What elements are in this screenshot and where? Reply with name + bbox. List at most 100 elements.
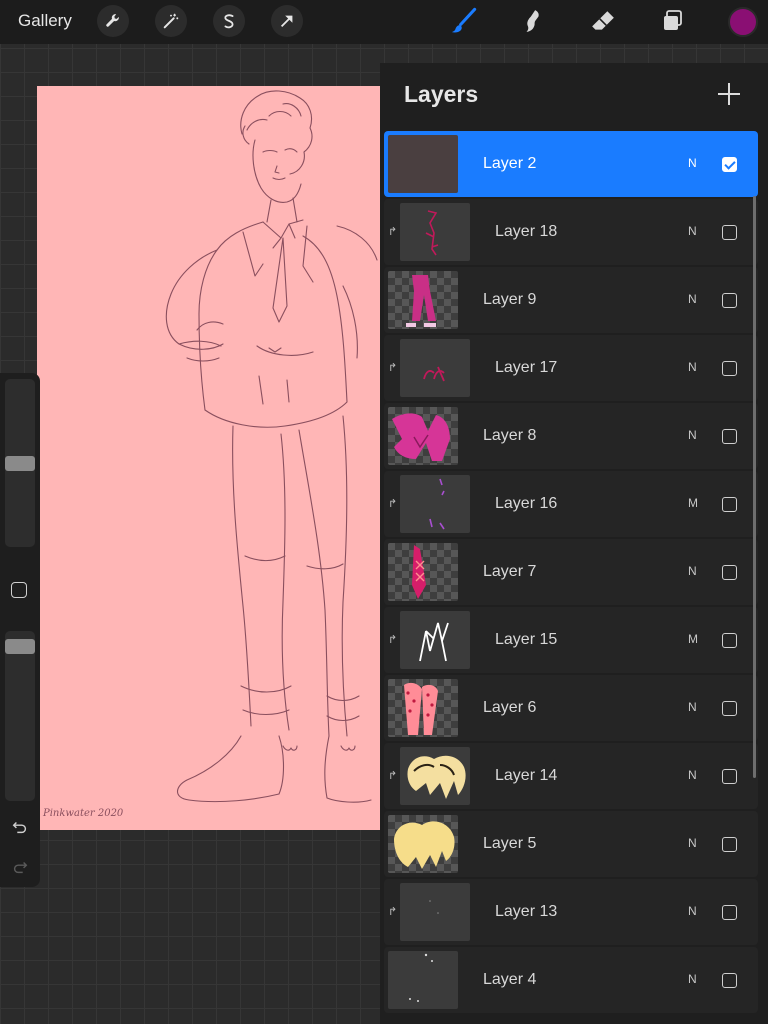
layer-thumbnail[interactable] [388,951,458,1009]
brush-size-knob[interactable] [5,456,35,471]
layer-thumbnail[interactable] [388,679,458,737]
layer-row[interactable]: ↱ Layer 14 N [384,743,758,809]
layer-thumbnail-art [409,953,433,1002]
figure-sketch: Pinkwater 2020 [42,90,378,819]
layers-panel: Layers Layer 2 N ↱ Layer 18 N Layer 9 N ↱ Layer … [380,63,768,1024]
blend-mode-button[interactable]: M [688,496,698,510]
layer-row[interactable]: Layer 7 N [384,539,758,605]
eraser-icon[interactable] [588,6,618,36]
layer-thumbnail[interactable] [388,543,458,601]
layers-panel-title: Layers [404,81,479,107]
layer-row[interactable]: ↱ Layer 18 N [384,199,758,265]
smudge-icon[interactable] [518,6,548,36]
blend-mode-button[interactable]: N [688,292,697,306]
undo-icon[interactable] [9,817,31,837]
layer-name: Layer 4 [483,971,537,988]
layer-thumbnail-art [406,275,436,327]
clipping-mask-icon: ↱ [388,906,398,918]
layer-name: Layer 5 [483,835,537,852]
layer-row[interactable]: Layer 5 N [384,811,758,877]
layer-thumbnail[interactable] [400,611,470,669]
layer-name: Layer 7 [483,563,537,580]
layer-thumbnail-art [404,682,438,735]
blend-mode-button[interactable]: N [688,224,697,238]
layer-thumbnail-art [429,478,445,530]
layer-row[interactable]: Layer 8 N [384,403,758,469]
clipping-mask-icon: ↱ [388,498,398,510]
selection-s-icon[interactable] [213,5,245,37]
layer-name: Layer 13 [495,903,558,920]
brush-icon[interactable] [448,6,478,36]
layer-thumbnail-art [425,210,439,256]
layer-row[interactable]: Layer 9 N [384,267,758,333]
layer-visibility-checkbox[interactable] [722,361,737,376]
color-swatch-button[interactable] [728,7,758,37]
layer-thumbnail-art [407,755,466,799]
layer-thumbnail[interactable] [388,271,458,329]
layer-row[interactable]: ↱ Layer 13 N [384,879,758,945]
layer-name: Layer 9 [483,291,537,308]
layer-row[interactable]: Layer 6 N [384,675,758,741]
layer-name: Layer 15 [495,631,558,648]
blend-mode-button[interactable]: N [688,156,697,170]
layer-thumbnail-art [392,413,450,461]
layer-row[interactable]: ↱ Layer 15 M [384,607,758,673]
drawing-canvas[interactable]: Pinkwater 2020 [37,86,380,830]
layer-thumbnail[interactable] [388,407,458,465]
layer-thumbnail[interactable] [388,135,458,193]
layer-visibility-checkbox[interactable] [722,769,737,784]
magic-wand-icon[interactable] [155,5,187,37]
left-sidebar [0,373,40,887]
layer-thumbnail[interactable] [400,883,470,941]
blend-mode-button[interactable]: N [688,360,697,374]
layer-row[interactable]: Layer 2 N [384,131,758,197]
gallery-button[interactable]: Gallery [18,11,72,31]
layer-visibility-checkbox[interactable] [722,701,737,716]
layer-name: Layer 8 [483,427,537,444]
layer-thumbnail[interactable] [400,339,470,397]
layer-thumbnail[interactable] [400,203,470,261]
layer-visibility-checkbox[interactable] [722,973,737,988]
blend-mode-button[interactable]: M [688,632,698,646]
layer-visibility-checkbox[interactable] [722,225,737,240]
layer-thumbnail-art [429,900,439,914]
blend-mode-button[interactable]: N [688,972,697,986]
layer-visibility-checkbox[interactable] [722,157,737,172]
layer-visibility-checkbox[interactable] [722,565,737,580]
signature: Pinkwater 2020 [42,808,124,819]
layer-visibility-checkbox[interactable] [722,497,737,512]
clipping-mask-icon: ↱ [388,634,398,646]
layer-thumbnail[interactable] [388,815,458,873]
layer-row[interactable]: Layer 4 N [384,947,758,1013]
layer-thumbnail[interactable] [400,747,470,805]
blend-mode-button[interactable]: N [688,428,697,442]
plus-icon[interactable] [716,81,742,107]
layer-row[interactable]: ↱ Layer 17 N [384,335,758,401]
layer-visibility-checkbox[interactable] [722,293,737,308]
layer-name: Layer 6 [483,699,537,716]
layers-scrollbar[interactable] [753,196,756,778]
clipping-mask-icon: ↱ [388,226,398,238]
redo-icon[interactable] [9,857,31,877]
layer-thumbnail-art [412,545,426,599]
top-toolbar: Gallery [0,0,768,44]
blend-mode-button[interactable]: N [688,564,697,578]
blend-mode-button[interactable]: N [688,768,697,782]
opacity-slider[interactable] [5,631,35,801]
layer-visibility-checkbox[interactable] [722,633,737,648]
layer-visibility-checkbox[interactable] [722,905,737,920]
layers-icon[interactable] [658,6,688,36]
blend-mode-button[interactable]: N [688,836,697,850]
layer-visibility-checkbox[interactable] [722,429,737,444]
blend-mode-button[interactable]: N [688,700,697,714]
layer-row[interactable]: ↱ Layer 16 M [384,471,758,537]
layer-visibility-checkbox[interactable] [722,837,737,852]
brush-size-slider[interactable] [5,379,35,547]
layer-thumbnail[interactable] [400,475,470,533]
transform-arrow-icon[interactable] [271,5,303,37]
opacity-knob[interactable] [5,639,35,654]
layer-thumbnail-art [419,622,449,662]
square-icon[interactable] [11,582,27,598]
wrench-icon[interactable] [97,5,129,37]
blend-mode-button[interactable]: N [688,904,697,918]
